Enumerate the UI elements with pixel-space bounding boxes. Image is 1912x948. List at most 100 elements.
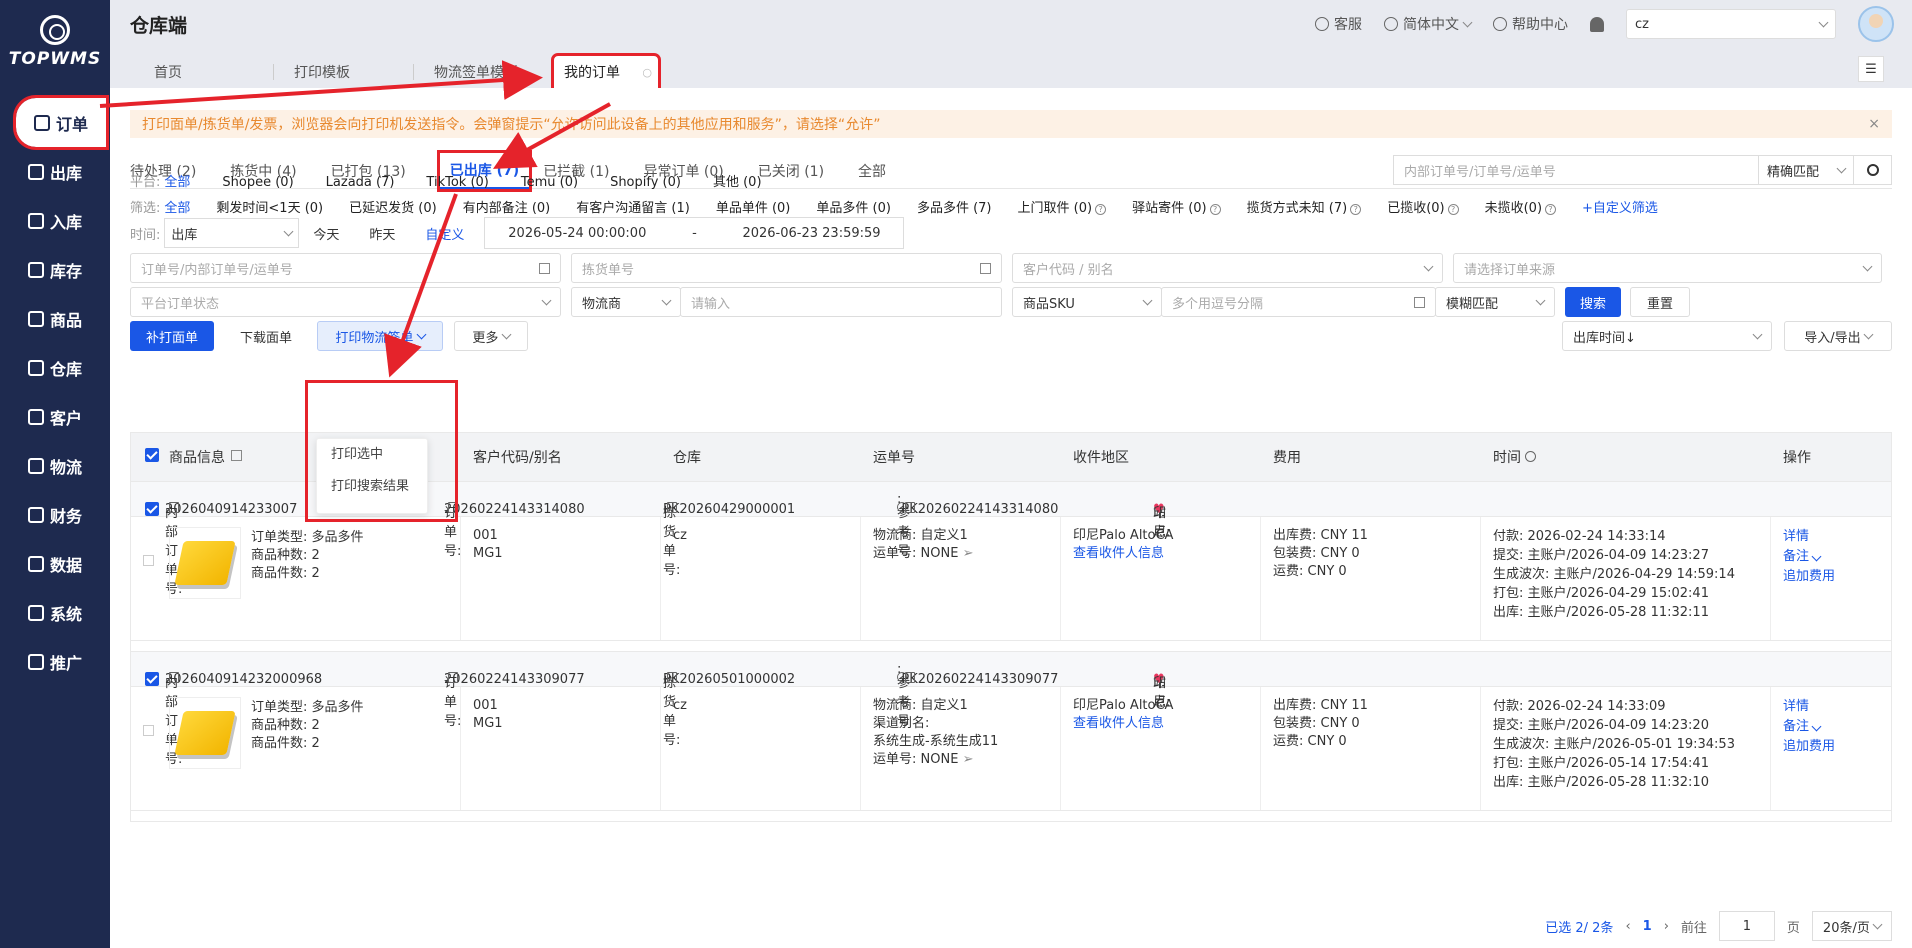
sidebar-item-9[interactable]: 数据	[0, 539, 110, 588]
sku-input[interactable]: 多个用逗号分隔	[1161, 287, 1436, 317]
expand-icon[interactable]	[1414, 296, 1425, 308]
sidebar-item-2[interactable]: 入库	[0, 196, 110, 245]
search-submit-button[interactable]: 搜索	[1565, 287, 1621, 317]
order-source-select[interactable]: 请选择订单来源	[1453, 253, 1882, 283]
platform-option-2[interactable]: Lazada (7)	[326, 175, 395, 190]
platform-status-select[interactable]: 平台订单状态	[130, 287, 561, 317]
status-tab-7[interactable]: 全部	[858, 153, 906, 189]
platform-option-0[interactable]: 全部	[164, 175, 190, 190]
tab-logistics-template[interactable]: 物流签单模板	[414, 56, 554, 88]
copy-icon[interactable]	[667, 672, 677, 683]
platform-option-4[interactable]: Temu (0)	[521, 175, 578, 190]
sidebar-item-1[interactable]: 出库	[0, 147, 110, 196]
search-input[interactable]: 内部订单号/订单号/运单号	[1393, 155, 1759, 185]
add-fee-link[interactable]: 追加费用	[1783, 567, 1835, 587]
sku-type-select[interactable]: 商品SKU	[1012, 287, 1162, 317]
sort-select[interactable]: 出库时间↓	[1562, 321, 1772, 351]
filter-option-6[interactable]: 单品多件 (0)	[816, 201, 891, 216]
sidebar-item-10[interactable]: 系统	[0, 588, 110, 637]
close-icon[interactable]: ○	[642, 66, 652, 79]
more-button[interactable]: 更多	[454, 321, 528, 351]
print-logistics-button[interactable]: 打印物流签单	[317, 321, 443, 351]
copy-icon[interactable]	[905, 502, 916, 513]
pick-number-input[interactable]: 拣货单号	[571, 253, 1002, 283]
carrier-select[interactable]: 物流商	[571, 287, 681, 317]
platform-option-5[interactable]: Shopify (0)	[610, 175, 681, 190]
page-size-select[interactable]: 20条/页	[1811, 911, 1892, 941]
carrier-input[interactable]: 请输入	[680, 287, 1002, 317]
expand-all-icon[interactable]	[231, 449, 242, 465]
help-icon[interactable]: ?	[1447, 203, 1459, 215]
filter-option-1[interactable]: 剩发时间<1天 (0)	[216, 201, 323, 216]
send-icon[interactable]: ➢	[963, 752, 974, 767]
filter-option-4[interactable]: 有客户沟通留言 (1)	[576, 201, 690, 216]
sidebar-item-6[interactable]: 客户	[0, 392, 110, 441]
expand-row-icon[interactable]	[143, 725, 154, 736]
filter-option-7[interactable]: 多品多件 (7)	[917, 201, 992, 216]
copy-icon[interactable]	[667, 502, 677, 513]
sidebar-item-3[interactable]: 库存	[0, 245, 110, 294]
date-start[interactable]: 2026-05-24 00:00:00	[508, 226, 646, 241]
customer-select[interactable]: 客户代码 / 别名	[1012, 253, 1443, 283]
date-end[interactable]: 2026-06-23 23:59:59	[742, 226, 880, 241]
current-page[interactable]: 1	[1643, 919, 1652, 934]
detail-link[interactable]: 详情	[1783, 527, 1835, 547]
bell-icon[interactable]	[1590, 16, 1604, 32]
filter-option-3[interactable]: 有内部备注 (0)	[463, 201, 551, 216]
sidebar-item-7[interactable]: 物流	[0, 441, 110, 490]
sidebar-item-8[interactable]: 财务	[0, 490, 110, 539]
help-center-link[interactable]: 帮助中心	[1493, 14, 1568, 34]
fuzzy-select[interactable]: 模糊匹配	[1435, 287, 1555, 317]
tab-print-template[interactable]: 打印模板	[274, 56, 414, 88]
match-select[interactable]: 精确匹配	[1759, 155, 1854, 185]
time-today[interactable]: 今天	[313, 224, 339, 243]
language-switch[interactable]: 简体中文	[1384, 14, 1473, 34]
filter-option-12[interactable]: 未揽收(0)?	[1485, 201, 1557, 216]
filter-option-13[interactable]: +自定义筛选	[1582, 201, 1658, 216]
platform-option-6[interactable]: 其他 (0)	[713, 175, 762, 190]
import-export-button[interactable]: 导入/导出	[1784, 321, 1892, 351]
reset-button[interactable]: 重置	[1630, 287, 1690, 317]
help-icon[interactable]: ?	[1545, 203, 1557, 215]
avatar[interactable]	[1858, 6, 1894, 42]
page-input[interactable]: 1	[1718, 911, 1775, 941]
platform-option-3[interactable]: TikTok (0)	[426, 175, 488, 190]
select-all-checkbox[interactable]	[145, 447, 159, 463]
copy-icon[interactable]	[169, 502, 179, 513]
help-icon[interactable]: ?	[1350, 203, 1362, 215]
send-icon[interactable]: ➢	[963, 546, 974, 561]
filter-option-2[interactable]: 已延迟发货 (0)	[349, 201, 437, 216]
platform-option-1[interactable]: Shopee (0)	[222, 175, 293, 190]
copy-icon[interactable]	[169, 672, 179, 683]
filter-option-9[interactable]: 驿站寄件 (0)?	[1132, 201, 1221, 216]
expand-icon[interactable]	[539, 262, 550, 274]
filter-option-8[interactable]: 上门取件 (0)?	[1018, 201, 1107, 216]
warehouse-select[interactable]: cz	[1626, 9, 1836, 39]
help-icon[interactable]	[1525, 451, 1537, 462]
reprint-label-button[interactable]: 补打面单	[130, 321, 214, 351]
order-number-input[interactable]: 订单号/内部订单号/运单号	[130, 253, 561, 283]
filter-option-0[interactable]: 全部	[164, 201, 190, 216]
prev-page-icon[interactable]: ‹	[1625, 919, 1630, 934]
support-link[interactable]: 客服	[1315, 14, 1362, 34]
detail-link[interactable]: 详情	[1783, 697, 1835, 717]
help-icon[interactable]: ?	[1095, 203, 1107, 215]
menu-icon[interactable]: ☰	[1858, 56, 1884, 82]
sidebar-item-0[interactable]: 订单	[13, 95, 109, 150]
next-page-icon[interactable]: ›	[1664, 919, 1669, 934]
date-range-picker[interactable]: 2026-05-24 00:00:00 - 2026-06-23 23:59:5…	[484, 217, 905, 249]
remark-link[interactable]: 备注	[1783, 717, 1835, 737]
view-recipient-link[interactable]: 查看收件人信息	[1073, 545, 1173, 563]
filter-option-11[interactable]: 已揽收(0)?	[1387, 201, 1459, 216]
sidebar-item-4[interactable]: 商品	[0, 294, 110, 343]
search-button[interactable]	[1854, 155, 1892, 185]
remark-link[interactable]: 备注	[1783, 547, 1835, 567]
tab-home[interactable]: 首页	[134, 56, 274, 88]
tab-my-orders[interactable]: 我的订单 ○	[551, 53, 661, 91]
sidebar-item-11[interactable]: 推广	[0, 637, 110, 686]
filter-option-10[interactable]: 揽货方式未知 (7)?	[1247, 201, 1362, 216]
help-icon[interactable]: ?	[1209, 203, 1221, 215]
filter-option-5[interactable]: 单品单件 (0)	[716, 201, 791, 216]
download-label-button[interactable]: 下载面单	[224, 321, 308, 351]
expand-row-icon[interactable]	[143, 555, 154, 566]
